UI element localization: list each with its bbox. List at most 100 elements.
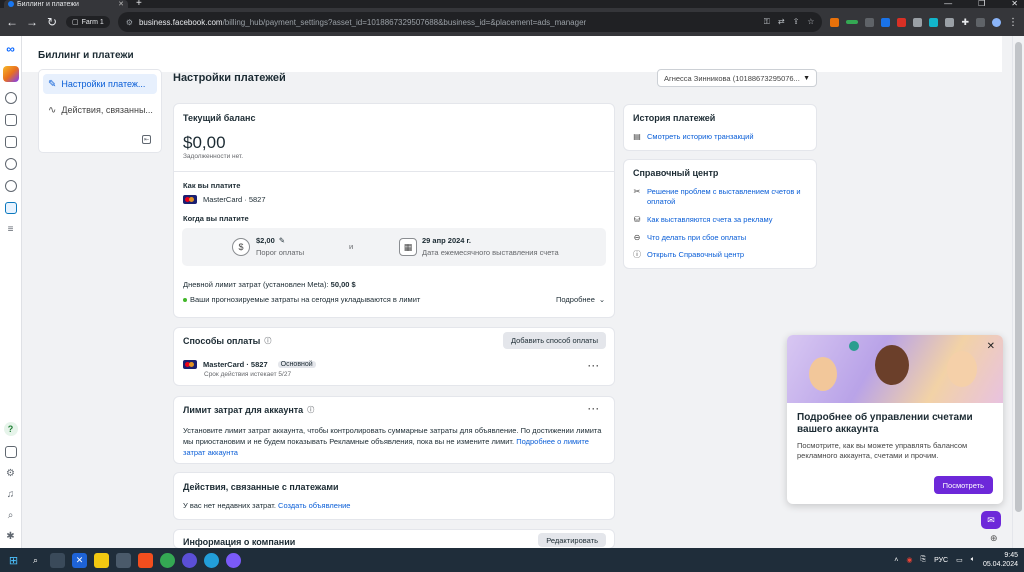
task-view-icon[interactable] — [50, 552, 65, 568]
site-info-icon[interactable]: ⚙ — [126, 18, 133, 27]
extension-icon[interactable] — [929, 17, 939, 27]
bookmark-star-icon[interactable]: ☆ — [807, 17, 814, 27]
all-tools-icon[interactable]: ≡ — [8, 224, 14, 235]
notifications-bell-icon[interactable]: ♫ — [7, 489, 15, 500]
extension-icon[interactable] — [945, 17, 955, 27]
figma-icon[interactable] — [138, 552, 153, 568]
add-payment-method-button[interactable]: Добавить способ оплаты — [502, 332, 606, 349]
chrome-icon[interactable] — [160, 552, 175, 568]
url-path: /billing_hub/payment_settings?asset_id=1… — [222, 17, 587, 27]
tray-app-icon[interactable]: ⎘ — [920, 556, 926, 564]
edit-company-button[interactable]: Редактировать — [538, 533, 606, 547]
close-window-icon[interactable]: ✕ — [1011, 0, 1018, 8]
bug-icon[interactable]: ✱ — [6, 531, 14, 542]
watch-button[interactable]: Посмотреть — [933, 476, 993, 494]
network-icon[interactable]: ▭ — [956, 556, 963, 564]
transaction-history-link[interactable]: ▤ Смотреть историю транзакций — [632, 132, 753, 142]
create-ad-link[interactable]: Создать объявление — [278, 501, 350, 510]
extension-icon[interactable] — [913, 17, 923, 27]
app-icon[interactable]: ✕ — [72, 552, 87, 568]
key-icon[interactable]: ⚿ — [764, 17, 770, 27]
payment-methods-title: Способы оплаты — [183, 336, 261, 346]
billing-icon[interactable] — [4, 202, 17, 214]
tray-chevron-icon[interactable]: ˄ — [894, 557, 898, 564]
help-link[interactable]: ⓘ Открыть Справочный центр — [632, 250, 744, 260]
billing-nav: ✎ Настройки платеж... ∿ Действия, связан… — [38, 69, 162, 153]
chat-icon[interactable]: ✉ — [981, 511, 1001, 529]
app-icon[interactable] — [116, 552, 131, 568]
reload-icon[interactable]: ↻ — [46, 15, 58, 29]
app-icon[interactable] — [182, 552, 197, 568]
extension-icon[interactable] — [846, 20, 859, 24]
browser-tab[interactable]: Биллинг и платежи ✕ — [4, 0, 128, 8]
file-explorer-icon[interactable] — [94, 552, 109, 568]
forward-icon[interactable]: → — [26, 15, 38, 29]
meta-logo-icon[interactable]: ∞ — [6, 42, 15, 56]
nav-item-payment-settings[interactable]: ✎ Настройки платеж... — [43, 74, 157, 94]
search-icon[interactable]: ⌕ — [8, 510, 14, 521]
ads-manager-icon[interactable] — [2, 66, 19, 82]
window-icon: ▢ — [72, 19, 79, 26]
minimize-icon[interactable]: — — [944, 0, 952, 8]
sidepanel-icon[interactable] — [976, 17, 985, 27]
language-indicator[interactable]: РУС — [934, 557, 948, 564]
nav-item-payment-activity[interactable]: ∿ Действия, связанны... — [43, 100, 157, 120]
table-icon[interactable] — [4, 114, 17, 126]
help-link[interactable]: ⊖ Что делать при сбое оплаты — [632, 233, 747, 243]
more-options-icon[interactable]: ··· — [588, 404, 600, 414]
dashboard-icon[interactable] — [4, 92, 17, 104]
minus-circle-icon: ⊖ — [633, 233, 641, 242]
telegram-icon[interactable] — [204, 552, 219, 568]
search-icon[interactable]: ⌕ — [28, 553, 43, 568]
menu-kebab-icon[interactable]: ⋮ — [1008, 17, 1018, 28]
scrollbar[interactable] — [1012, 36, 1024, 548]
app-icon[interactable] — [226, 552, 241, 568]
edit-pencil-icon[interactable]: ✎ — [279, 236, 285, 245]
extension-icon[interactable] — [897, 17, 907, 27]
address-bar[interactable]: ⚙ business.facebook.com/billing_hub/paym… — [117, 12, 823, 32]
billing-date: 29 апр 2024 г. — [422, 236, 472, 245]
close-tab-icon[interactable]: ✕ — [118, 0, 124, 8]
settings-gear-icon[interactable]: ⚙ — [6, 468, 15, 479]
events-icon[interactable] — [4, 180, 17, 192]
help-icon[interactable]: ? — [3, 422, 18, 436]
volume-icon[interactable]: 🔈︎ — [971, 556, 975, 564]
activity-icon: ∿ — [48, 104, 57, 116]
profile-chip[interactable]: ▢ Farm 1 — [66, 16, 110, 28]
globe-icon[interactable]: ⊕ — [990, 533, 998, 544]
more-options-icon[interactable]: ··· — [588, 361, 600, 371]
windows-start-icon[interactable]: ⊞ — [6, 553, 21, 568]
nav-item-label: Настройки платеж... — [61, 79, 146, 89]
avatar[interactable] — [992, 17, 1001, 27]
tools-icon: ✂ — [633, 187, 641, 196]
puzzle-icon[interactable]: ✚ — [961, 17, 969, 28]
help-link[interactable]: ✂ Решение проблем с выставлением счетов … — [632, 187, 812, 207]
status-dot-icon — [183, 297, 187, 302]
tray-app-icon[interactable]: ◉ — [906, 556, 912, 564]
more-toggle[interactable]: Подробнее ⌄ — [556, 295, 605, 304]
share-icon[interactable]: ⇪ — [793, 17, 800, 27]
extension-icon[interactable] — [830, 17, 840, 27]
promo-popup: ✕ Подробнее об управлении счетами вашего… — [787, 335, 1003, 504]
info-icon[interactable]: ⓘ — [307, 405, 314, 415]
audience-icon[interactable] — [4, 158, 17, 170]
maximize-icon[interactable]: ❐ — [978, 0, 985, 8]
extension-icon[interactable] — [881, 17, 891, 27]
browser-tab-title: Биллинг и платежи — [17, 0, 79, 8]
help-link[interactable]: ⛁ Как выставляются счета за рекламу — [632, 215, 773, 225]
collapse-panel-icon[interactable]: ⇤ — [142, 135, 151, 144]
report-icon[interactable] — [4, 446, 17, 458]
info-icon[interactable]: ⓘ — [264, 336, 271, 346]
extension-icon[interactable] — [865, 17, 875, 27]
help-link-label: Что делать при сбое оплаты — [647, 233, 747, 242]
translate-icon[interactable]: ⇄ — [778, 17, 785, 27]
back-icon[interactable]: ← — [6, 15, 18, 29]
pages-icon[interactable] — [4, 136, 17, 148]
help-link-label: Как выставляются счета за рекламу — [647, 215, 773, 224]
account-selector[interactable]: Агнесса Зинникова (10188673295076... ▼ — [657, 69, 817, 87]
clock[interactable]: 9:45 05.04.2024 — [983, 551, 1018, 569]
close-icon[interactable]: ✕ — [987, 341, 995, 352]
scrollbar-thumb[interactable] — [1015, 42, 1022, 512]
spend-limit-card: Лимит затрат для аккаунта ⓘ ··· Установи… — [173, 396, 615, 464]
receipt-icon: ▤ — [633, 132, 641, 141]
